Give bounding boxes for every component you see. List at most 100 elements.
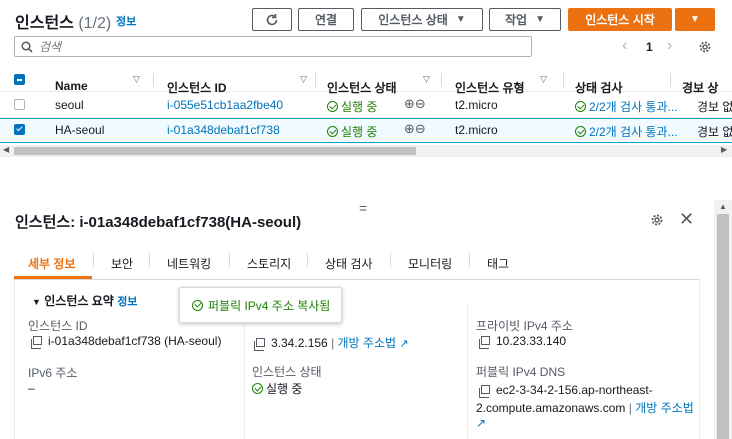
search-input[interactable] bbox=[39, 38, 519, 55]
tab-details[interactable]: 세부 정보 bbox=[28, 255, 76, 272]
row-name: seoul bbox=[55, 98, 84, 112]
vertical-scrollbar[interactable]: ▲ bbox=[714, 200, 732, 439]
state-label: 인스턴스 상태 bbox=[252, 365, 322, 379]
sort-icon[interactable]: ▽ bbox=[133, 74, 140, 85]
external-link-icon[interactable]: ↗ bbox=[476, 416, 486, 430]
scroll-right-icon[interactable]: ▶ bbox=[721, 145, 727, 154]
status-check-link[interactable]: 2/2개 검사 통과... bbox=[589, 100, 678, 114]
refresh-icon bbox=[266, 13, 278, 25]
close-icon[interactable]: ✕ bbox=[679, 209, 694, 230]
public-dns-label: 퍼블릭 IPv4 DNS bbox=[476, 365, 566, 379]
row-status-check: 2/2개 검사 통과... bbox=[575, 123, 678, 140]
tab-active-indicator bbox=[14, 276, 92, 279]
tab-networking[interactable]: 네트워킹 bbox=[167, 255, 211, 272]
external-link-icon[interactable]: ↗ bbox=[399, 338, 408, 350]
instance-id-label: 인스턴스 ID bbox=[28, 319, 88, 333]
tab-status-checks[interactable]: 상태 검사 bbox=[325, 255, 373, 272]
copied-toast: 퍼블릭 IPv4 주소 복사됨 bbox=[179, 287, 342, 323]
page-number[interactable]: 1 bbox=[646, 40, 653, 54]
instance-state-label: 인스턴스 상태 bbox=[378, 13, 448, 27]
connect-button[interactable]: 연결 bbox=[298, 8, 354, 31]
tab-tags[interactable]: 태그 bbox=[487, 255, 509, 272]
row-alarm: 경보 없 bbox=[697, 125, 732, 139]
public-ip-text: 3.34.2.156 bbox=[271, 336, 328, 350]
open-address-link[interactable]: 개방 주소법 bbox=[338, 336, 397, 350]
launch-instance-button[interactable]: 인스턴스 시작 bbox=[568, 8, 672, 31]
private-ip-label: 프라이빗 IPv4 주소 bbox=[476, 319, 573, 333]
row-state-text: 실행 중 bbox=[341, 100, 378, 114]
success-icon bbox=[192, 299, 203, 311]
zoom-icons[interactable]: ⊕⊖ bbox=[404, 121, 426, 137]
launch-label: 인스턴스 시작 bbox=[585, 13, 655, 27]
public-dns-value-line2: 2.compute.amazonaws.com | 개방 주소법 bbox=[476, 401, 694, 415]
caret-down-icon: ▼ bbox=[535, 14, 545, 25]
row-type: t2.micro bbox=[455, 123, 498, 137]
sort-icon[interactable]: ▽ bbox=[540, 74, 547, 85]
copy-icon[interactable] bbox=[31, 336, 42, 349]
settings-gear-icon[interactable] bbox=[650, 213, 664, 227]
sort-icon[interactable]: ▽ bbox=[423, 74, 430, 85]
prev-page-icon[interactable]: ‹ bbox=[622, 37, 627, 55]
state-value: 실행 중 bbox=[252, 380, 302, 397]
tab-monitoring[interactable]: 모니터링 bbox=[408, 255, 452, 272]
row-checkbox[interactable] bbox=[14, 99, 25, 110]
status-check-link[interactable]: 2/2개 검사 통과... bbox=[589, 125, 678, 139]
row-instance-id[interactable]: i-055e51cb1aa2fbe40 bbox=[167, 98, 283, 112]
row-name: HA-seoul bbox=[55, 123, 105, 137]
toast-text: 퍼블릭 IPv4 주소 복사됨 bbox=[208, 298, 331, 313]
instance-id-text: i-01a348debaf1cf738 (HA-seoul) bbox=[48, 334, 222, 348]
success-icon bbox=[327, 126, 338, 137]
public-dns-line1: ec2-3-34-2-156.ap-northeast- bbox=[496, 383, 653, 397]
private-ip-value: 10.23.33.140 bbox=[479, 334, 567, 349]
caret-down-icon: ▼ bbox=[32, 297, 41, 307]
copy-icon[interactable] bbox=[479, 385, 490, 398]
summary-header[interactable]: ▼ 인스턴스 요약 정보 bbox=[32, 292, 137, 309]
caret-down-icon: ▼ bbox=[690, 14, 700, 25]
actions-label: 작업 bbox=[505, 13, 528, 27]
instance-state-dropdown[interactable]: 인스턴스 상태 ▼ bbox=[361, 8, 483, 31]
tab-security[interactable]: 보안 bbox=[111, 255, 133, 272]
scrollbar-thumb[interactable] bbox=[14, 147, 416, 155]
info-link[interactable]: 정보 bbox=[116, 13, 136, 29]
open-address-link[interactable]: 개방 주소법 bbox=[635, 401, 694, 415]
launch-dropdown-button[interactable]: ▼ bbox=[675, 8, 715, 31]
ipv6-label: IPv6 주소 bbox=[28, 366, 78, 380]
row-state-text: 실행 중 bbox=[341, 125, 378, 139]
actions-dropdown[interactable]: 작업 ▼ bbox=[489, 8, 561, 31]
caret-down-icon: ▼ bbox=[455, 14, 466, 25]
settings-gear-icon[interactable] bbox=[698, 40, 712, 54]
next-page-icon[interactable]: › bbox=[667, 37, 672, 55]
instance-id-value: i-01a348debaf1cf738 (HA-seoul) bbox=[31, 334, 222, 349]
state-value-text: 실행 중 bbox=[266, 382, 303, 396]
panel-resize-handle[interactable]: = bbox=[359, 200, 367, 216]
private-ip-text: 10.23.33.140 bbox=[496, 334, 567, 348]
refresh-button[interactable] bbox=[252, 8, 292, 31]
row-alarm: 경보 없 bbox=[697, 100, 732, 114]
ipv6-value: – bbox=[28, 381, 35, 395]
zoom-icons[interactable]: ⊕⊖ bbox=[404, 96, 426, 112]
select-all-checkbox[interactable] bbox=[14, 74, 25, 85]
summary-info-link[interactable]: 정보 bbox=[117, 296, 137, 308]
scroll-left-icon[interactable]: ◀ bbox=[3, 145, 9, 154]
sort-icon[interactable]: ▽ bbox=[300, 74, 307, 85]
row-type: t2.micro bbox=[455, 98, 498, 112]
row-status-check: 2/2개 검사 통과... bbox=[575, 98, 678, 115]
copy-icon[interactable] bbox=[479, 336, 490, 349]
row-checkbox[interactable] bbox=[14, 124, 25, 135]
tab-storage[interactable]: 스토리지 bbox=[247, 255, 291, 272]
horizontal-scrollbar[interactable]: ◀ ▶ bbox=[0, 145, 732, 157]
scrollbar-thumb[interactable] bbox=[717, 214, 729, 439]
scroll-up-icon[interactable]: ▲ bbox=[719, 202, 727, 211]
success-icon bbox=[575, 126, 586, 137]
success-icon bbox=[327, 101, 338, 112]
search-box[interactable] bbox=[14, 36, 532, 57]
summary-label: 인스턴스 요약 bbox=[44, 294, 114, 308]
column-header-name[interactable]: Name bbox=[55, 79, 88, 93]
success-icon bbox=[575, 101, 586, 112]
column-divider bbox=[244, 305, 245, 439]
copy-icon[interactable] bbox=[254, 338, 265, 351]
row-instance-id[interactable]: i-01a348debaf1cf738 bbox=[167, 123, 280, 137]
column-divider bbox=[467, 305, 468, 439]
row-state: 실행 중 bbox=[327, 98, 377, 115]
success-icon bbox=[252, 383, 263, 394]
